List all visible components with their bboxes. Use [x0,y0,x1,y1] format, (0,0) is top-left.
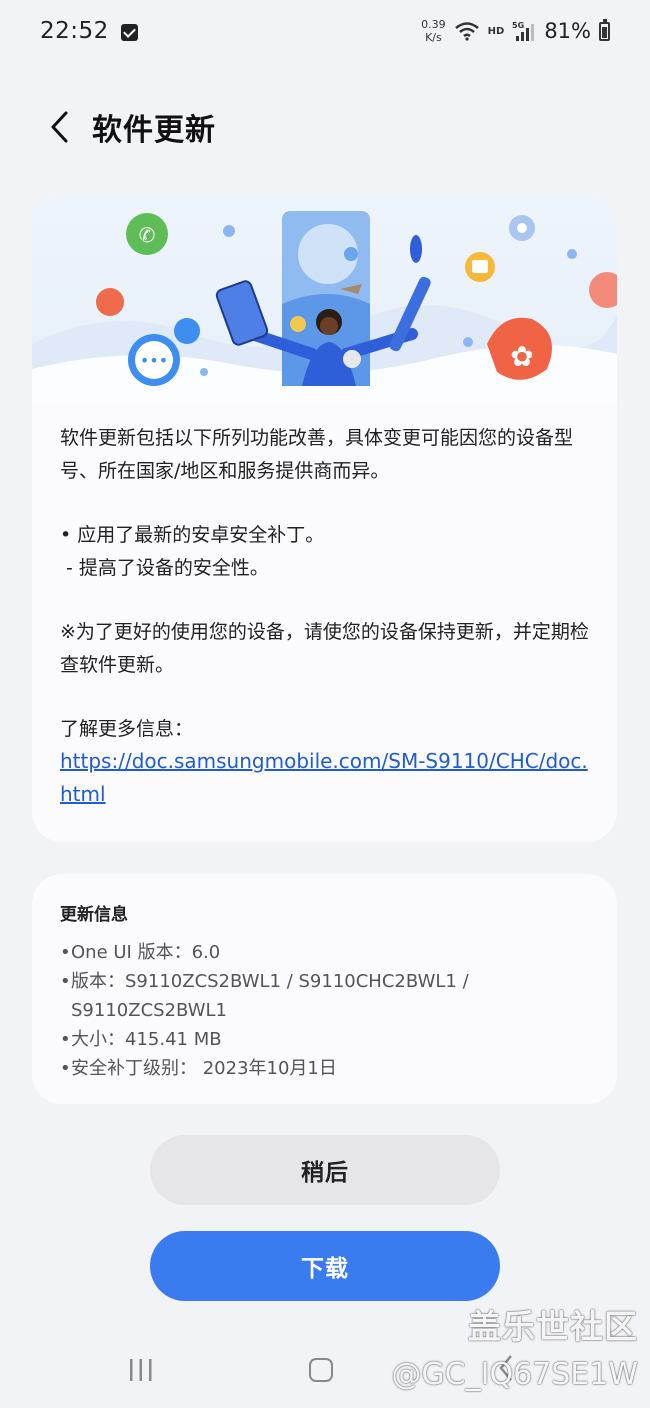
notification-check-icon [120,23,138,41]
update-info-card: 更新信息 • One UI 版本：6.0 • 版本：S9110ZCS2BWL1 / … [32,874,617,1104]
app-header: 软件更新 [0,92,650,162]
update-info-title: 更新信息 [60,905,128,925]
svg-text:✿: ✿ [510,340,533,373]
chevron-left-icon [51,111,68,143]
status-time: 22:52 [40,18,109,44]
svg-text:✆: ✆ [139,223,156,247]
update-info-list: • One UI 版本：6.0 • 版本：S9110ZCS2BWL1 / S9110… [60,938,600,1083]
network-speed-unit: K/s [425,31,442,44]
recent-apps-icon[interactable] [128,1358,154,1386]
update-info-item: • 大小：415.41 MB [60,1029,222,1050]
more-info-link[interactable]: https://doc.samsungmobile.com/SM-S9110/C… [60,749,588,806]
network-speed: 0.39 K/s [421,18,446,44]
hd-badge: HD [487,25,505,37]
home-icon[interactable] [309,1358,333,1382]
update-info-item: • One UI 版本：6.0 [60,942,221,963]
watermark-site: 盖乐世社区 [468,1307,638,1346]
more-info-label: 了解更多信息： [60,718,194,740]
update-illustration: ✆ ••• ✿ [32,194,617,404]
back-button[interactable] [30,97,90,157]
network-type-label: 5G [512,21,524,30]
release-notes-subitem: - 提高了设备的安全性。 [60,557,269,579]
cellular-signal-icon: 5G [512,20,536,42]
release-notes-text: 软件更新包括以下所列功能改善，具体变更可能因您的设备型号、所在国家/地区和服务提… [60,422,600,812]
svg-text:•••: ••• [140,351,168,370]
network-speed-value: 0.39 [421,18,446,31]
update-info-item: • 版本：S9110ZCS2BWL1 / S9110CHC2BWL1 / S911… [60,971,469,1021]
download-button[interactable]: 下载 [150,1231,500,1301]
release-notes-note: ※为了更好的使用您的设备，请使您的设备保持更新，并定期检查软件更新。 [60,621,589,676]
watermark-user: @GC_IQ67SE1W [391,1357,638,1392]
battery-icon [599,18,610,41]
release-notes-card: ✆ ••• ✿ 软件更新包括以下所列功能改善，具体变更可能因您的设备型号、所在国… [32,194,617,842]
update-info-item: • 安全补丁级别： 2023年10月1日 [60,1058,337,1079]
status-bar: 22:52 0.39 K/s HD 5G 81% [0,0,650,62]
release-notes-item: • 应用了最新的安卓安全补丁。 [60,524,325,546]
release-notes-intro: 软件更新包括以下所列功能改善，具体变更可能因您的设备型号、所在国家/地区和服务提… [60,427,574,482]
community-watermark: 盖乐世社区 @GC_IQ67SE1W [391,1305,638,1395]
status-indicators: 0.39 K/s HD 5G 81% [421,18,610,44]
wifi-icon [454,21,480,41]
later-button[interactable]: 稍后 [150,1135,500,1205]
page-title: 软件更新 [92,113,216,148]
battery-percent: 81% [544,19,591,43]
